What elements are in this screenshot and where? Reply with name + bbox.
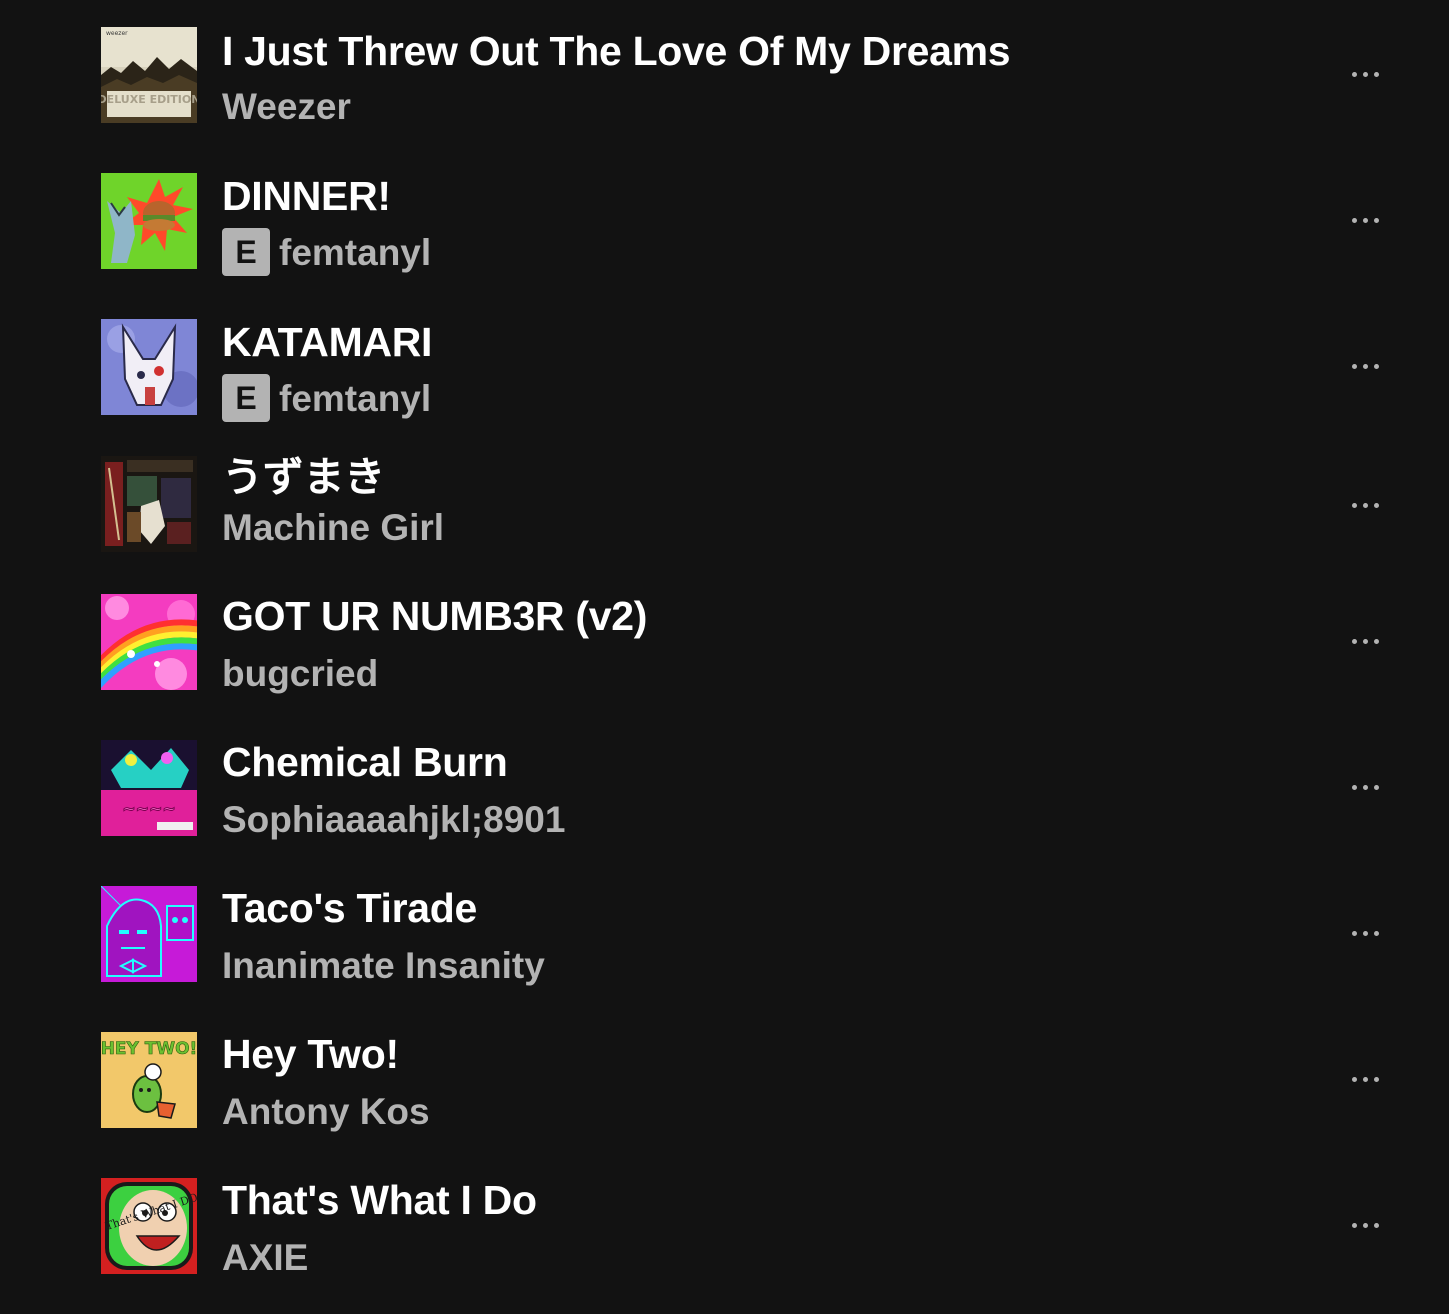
track-row[interactable]: DELUXE EDITION weezer I Just Threw Out T… (0, 18, 1449, 138)
cover-text: DELUXE EDITION (101, 93, 197, 106)
album-cover-art: DELUXE EDITION weezer (101, 27, 197, 123)
track-row[interactable]: GOT UR NUMB3R (v2) bugcried (0, 585, 1449, 705)
album-cover[interactable]: ~~~~ (101, 740, 197, 836)
more-dot (1373, 71, 1379, 77)
artist-name[interactable]: femtanyl (279, 380, 431, 417)
more-options-icon[interactable] (1340, 202, 1390, 238)
track-title[interactable]: Chemical Burn (222, 742, 508, 783)
more-dot (1351, 363, 1357, 369)
album-cover-art (101, 173, 197, 269)
more-dot (1362, 363, 1368, 369)
track-meta: Weezer (222, 82, 351, 130)
track-row[interactable]: Taco's Tirade Inanimate Insanity (0, 877, 1449, 997)
more-options-icon[interactable] (1340, 1061, 1390, 1097)
more-dot (1351, 784, 1357, 790)
more-dot (1373, 1222, 1379, 1228)
track-title[interactable]: うずまき (222, 457, 385, 498)
more-dot (1362, 784, 1368, 790)
artist-name[interactable]: Weezer (222, 88, 351, 125)
track-meta: Machine Girl (222, 503, 444, 551)
more-dot (1373, 217, 1379, 223)
track-meta: Inanimate Insanity (222, 941, 545, 989)
artist-name[interactable]: femtanyl (279, 234, 431, 271)
track-row[interactable]: ~~~~ Chemical Burn Sophiaaaahjkl;8901 (0, 731, 1449, 851)
track-row[interactable]: DINNER! E femtanyl (0, 164, 1449, 284)
album-cover[interactable]: DELUXE EDITION weezer (101, 27, 197, 123)
album-cover[interactable] (101, 319, 197, 415)
track-title[interactable]: GOT UR NUMB3R (v2) (222, 596, 647, 637)
more-dot (1351, 1222, 1357, 1228)
album-cover-art (101, 456, 197, 552)
more-dot (1362, 1076, 1368, 1082)
album-cover[interactable]: HEY TWO! (101, 1032, 197, 1128)
more-options-icon[interactable] (1340, 348, 1390, 384)
more-dot (1362, 502, 1368, 508)
more-dot (1373, 1076, 1379, 1082)
track-title[interactable]: That's What I Do (222, 1180, 537, 1221)
artist-name[interactable]: AXIE (222, 1239, 308, 1276)
cover-band-text: weezer (106, 30, 128, 37)
explicit-badge: E (222, 228, 270, 276)
more-dot (1351, 71, 1357, 77)
track-row[interactable]: うずまき Machine Girl (0, 447, 1449, 567)
svg-text:~~~~: ~~~~ (122, 799, 176, 818)
album-cover-art: That's What I DO! (101, 1178, 197, 1274)
more-dot (1351, 638, 1357, 644)
artist-name[interactable]: Sophiaaaahjkl;8901 (222, 801, 565, 838)
more-options-icon[interactable] (1340, 487, 1390, 523)
cover-text: HEY TWO! (101, 1039, 197, 1059)
album-cover[interactable] (101, 886, 197, 982)
more-dot (1362, 638, 1368, 644)
track-title[interactable]: I Just Threw Out The Love Of My Dreams (222, 31, 1011, 72)
track-row[interactable]: HEY TWO! Hey Two! Antony Kos (0, 1023, 1449, 1143)
more-dot (1373, 502, 1379, 508)
artist-name[interactable]: Antony Kos (222, 1093, 430, 1130)
album-cover-art (101, 594, 197, 690)
track-meta: bugcried (222, 649, 378, 697)
more-options-icon[interactable] (1340, 769, 1390, 805)
album-cover[interactable] (101, 173, 197, 269)
album-cover-art: HEY TWO! (101, 1032, 197, 1128)
more-dot (1373, 638, 1379, 644)
track-title[interactable]: Hey Two! (222, 1034, 399, 1075)
artist-name[interactable]: Inanimate Insanity (222, 947, 545, 984)
album-cover-art (101, 886, 197, 982)
track-meta: E femtanyl (222, 228, 431, 276)
track-meta: Antony Kos (222, 1087, 430, 1135)
more-dot (1351, 217, 1357, 223)
more-dot (1362, 930, 1368, 936)
artist-name[interactable]: Machine Girl (222, 509, 444, 546)
explicit-badge: E (222, 374, 270, 422)
album-cover-art: ~~~~ (101, 740, 197, 836)
track-title[interactable]: KATAMARI (222, 322, 432, 363)
track-row[interactable]: That's What I DO! That's What I Do AXIE (0, 1169, 1449, 1289)
more-dot (1351, 930, 1357, 936)
track-meta: Sophiaaaahjkl;8901 (222, 795, 565, 843)
track-title[interactable]: Taco's Tirade (222, 888, 477, 929)
track-list: DELUXE EDITION weezer I Just Threw Out T… (0, 0, 1449, 1314)
more-dot (1351, 502, 1357, 508)
album-cover[interactable] (101, 594, 197, 690)
track-meta: E femtanyl (222, 374, 431, 422)
more-dot (1373, 363, 1379, 369)
album-cover[interactable]: That's What I DO! (101, 1178, 197, 1274)
more-options-icon[interactable] (1340, 56, 1390, 92)
more-dot (1351, 1076, 1357, 1082)
more-options-icon[interactable] (1340, 915, 1390, 951)
track-meta: AXIE (222, 1233, 308, 1281)
more-dot (1362, 217, 1368, 223)
more-options-icon[interactable] (1340, 623, 1390, 659)
more-options-icon[interactable] (1340, 1207, 1390, 1243)
track-row[interactable]: KATAMARI E femtanyl (0, 310, 1449, 430)
more-dot (1373, 930, 1379, 936)
more-dot (1362, 1222, 1368, 1228)
artist-name[interactable]: bugcried (222, 655, 378, 692)
more-dot (1373, 784, 1379, 790)
track-title[interactable]: DINNER! (222, 176, 391, 217)
album-cover-art (101, 319, 197, 415)
more-dot (1362, 71, 1368, 77)
album-cover[interactable] (101, 456, 197, 552)
